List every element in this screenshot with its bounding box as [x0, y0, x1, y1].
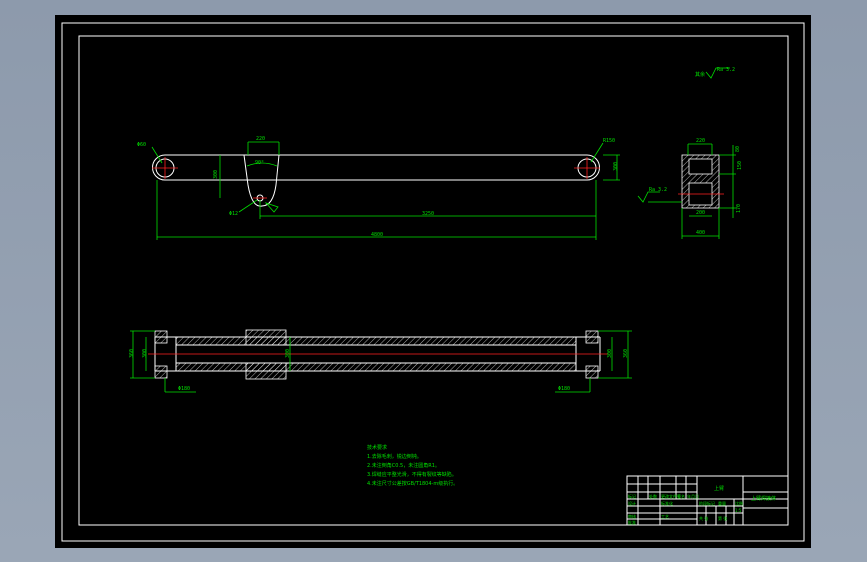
svg-text:标记: 标记	[628, 493, 636, 499]
side-dim-right-1: 80	[735, 146, 741, 152]
svg-text:签名: 签名	[677, 493, 685, 499]
dim-arm-height: 300	[613, 162, 619, 171]
dim-span: 3250	[422, 211, 434, 217]
side-dim-bottom: 400	[696, 230, 705, 236]
dim-lug-height: 300	[213, 170, 219, 179]
side-roughness-note: Ra 3.2	[649, 187, 667, 193]
inner-border	[78, 35, 789, 526]
side-dim-right-2: 150	[737, 161, 743, 170]
side-dim-inner: 200	[696, 210, 705, 216]
svg-text:工艺: 工艺	[661, 514, 669, 519]
svg-text:阶段标记: 阶段标记	[699, 500, 715, 506]
side-dim-right-3: 170	[736, 204, 742, 213]
roughness-note: Ra 3.2	[717, 67, 735, 73]
technical-notes: 技术要求 1.去除毛刺，锐边倒钝。 2.未注倒角C0.5，未注圆角R1。 3.焊…	[367, 444, 458, 487]
svg-text:第 张: 第 张	[718, 515, 727, 521]
title-part-name: 上臂	[714, 485, 724, 492]
side-dim-top: 220	[696, 138, 705, 144]
cad-drawing: 其余 Ra 3.2 4800 3250 220 90° 300 Φ60 R150…	[61, 22, 805, 542]
svg-text:共 张: 共 张	[699, 515, 708, 521]
svg-text:标准化: 标准化	[661, 500, 673, 506]
sec-dim-right-bottom: Φ180	[558, 386, 570, 392]
sec-dim-left-height: 360	[129, 349, 135, 358]
sec-dim-mid: 300	[285, 349, 291, 358]
dim-lug-width: 220	[256, 136, 265, 142]
notes-heading: 技术要求	[367, 444, 387, 451]
svg-text:设计: 设计	[628, 500, 636, 506]
svg-text:处数: 处数	[649, 493, 657, 499]
top-view: 4800 3250 220 90° 300 Φ60 R150 300 Φ12	[137, 136, 620, 240]
sec-dim-right-inner: 300	[607, 349, 613, 358]
side-view: 220 400 200 80 150 170 Ra 3.2	[637, 138, 743, 239]
svg-text:重量: 重量	[718, 500, 726, 506]
svg-text:批准: 批准	[628, 519, 636, 525]
svg-text:1:5: 1:5	[735, 508, 742, 513]
sec-dim-right-height: 360	[623, 349, 629, 358]
dim-angle: 90°	[255, 160, 264, 166]
svg-text:其余: 其余	[695, 71, 705, 78]
sec-dim-left-bottom: Φ180	[178, 386, 190, 392]
dim-small-hole: Φ12	[229, 211, 238, 217]
title-block: 上臂 上臂焊接体 标记 处数 更改文件号 签名 年月日 设计 标准化 阶段标记 …	[626, 475, 789, 526]
svg-text:年月日: 年月日	[687, 493, 699, 499]
dim-left-hole: Φ60	[137, 142, 146, 148]
sec-dim-left-inner: 300	[142, 349, 148, 358]
section-view: 360 300 360 300 300 Φ180 Φ180	[129, 329, 632, 393]
note-item-4: 4.未注尺寸公差按GB/T1804-m级执行。	[367, 480, 458, 487]
note-item-1: 1.去除毛刺，锐边倒钝。	[367, 453, 422, 460]
dim-overall: 4800	[371, 232, 383, 238]
title-drawing-name: 上臂焊接体	[751, 495, 776, 502]
svg-text:比例: 比例	[735, 500, 743, 506]
note-item-3: 3.焊缝应平整光滑，不得有裂纹等缺陷。	[367, 471, 457, 478]
note-item-2: 2.未注倒角C0.5，未注圆角R1。	[367, 462, 440, 469]
dim-right-hole: R150	[603, 138, 615, 144]
weld-lug-top	[245, 329, 287, 346]
weld-lug-bottom	[245, 362, 287, 380]
svg-text:审核: 审核	[628, 513, 636, 519]
roughness-symbol-general: 其余 Ra 3.2	[695, 67, 735, 79]
